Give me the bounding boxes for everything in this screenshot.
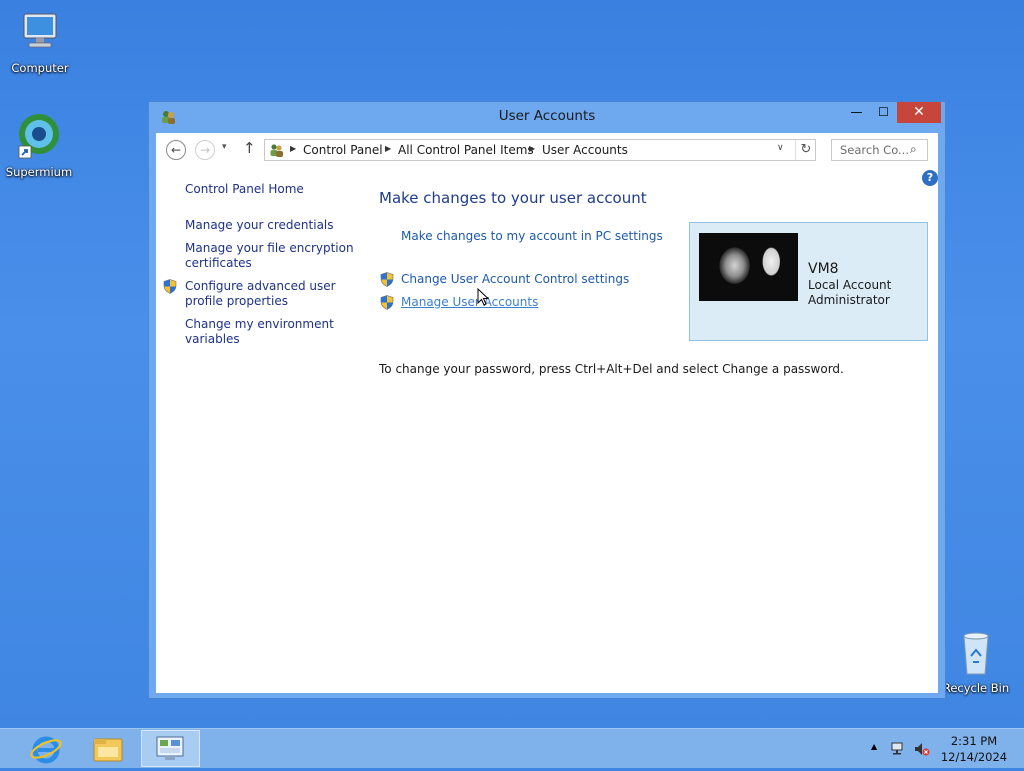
uac-settings-link[interactable]: Change User Account Control settings (401, 272, 629, 286)
sidebar-item-label: Change my environment (185, 317, 334, 331)
help-icon[interactable]: ? (922, 170, 938, 186)
tray-chevron-icon[interactable]: ▲ (871, 742, 877, 751)
control-panel-icon (270, 144, 283, 157)
clock-date: 12/14/2024 (940, 750, 1008, 764)
refresh-icon[interactable]: ↻ (795, 140, 816, 160)
manage-user-accounts-link[interactable]: Manage User Accounts (401, 295, 538, 309)
forward-button[interactable]: → (195, 140, 215, 160)
desktop-icon-label: Recycle Bin (942, 681, 1010, 695)
account-name: VM8 (808, 261, 839, 277)
uac-shield-icon (163, 279, 177, 294)
recycle-bin-icon (963, 632, 989, 675)
network-icon[interactable] (891, 741, 907, 757)
minimize-button[interactable]: — (843, 102, 870, 123)
clock-time: 2:31 PM (950, 734, 998, 748)
desktop-icon-recycle-bin[interactable]: Recycle Bin (936, 630, 1016, 695)
desktop-icon-supermium[interactable]: Supermium (0, 112, 79, 179)
file-explorer-icon (93, 738, 123, 762)
search-box[interactable]: Search Co... ⌕ (831, 139, 928, 161)
recent-locations-chevron-icon[interactable]: ▾ (222, 142, 227, 152)
search-icon[interactable]: ⌕ (910, 142, 917, 157)
account-role: Administrator (808, 293, 890, 307)
sidebar-item-control-panel-home[interactable]: Control Panel Home (185, 182, 304, 197)
sidebar-item-label: Manage your file encryption (185, 241, 354, 255)
password-note: To change your password, press Ctrl+Alt+… (379, 362, 844, 376)
system-clock[interactable]: 2:31 PM 12/14/2024 (930, 733, 1018, 765)
taskbar-control-panel[interactable] (141, 730, 200, 767)
sidebar-item-advanced-user-profile[interactable]: Configure advanced user profile properti… (185, 279, 336, 309)
sidebar-item-label: certificates (185, 256, 252, 270)
address-bar[interactable]: ▶ Control Panel ▶ All Control Panel Item… (264, 139, 816, 161)
control-panel-icon (156, 736, 184, 760)
breadcrumb-user-accounts[interactable]: User Accounts (542, 143, 628, 157)
avatar[interactable] (699, 233, 798, 301)
breadcrumb-separator-icon[interactable]: ▶ (529, 144, 535, 153)
volume-muted-icon[interactable] (914, 741, 930, 757)
mouse-cursor-icon (477, 288, 489, 306)
title-bar[interactable]: User Accounts — ☐ ✕ (149, 102, 945, 132)
sidebar-item-file-encryption-certificates[interactable]: Manage your file encryption certificates (185, 241, 354, 271)
back-button[interactable]: ← (166, 140, 186, 160)
computer-icon (23, 13, 57, 48)
uac-shield-icon (380, 272, 394, 287)
up-button[interactable]: ↑ (243, 139, 256, 157)
desktop-icon-label: Computer (11, 61, 69, 75)
window-client-area: ← → ▾ ↑ ▶ Control Panel ▶ All Control Pa… (156, 133, 938, 693)
sidebar-item-label: variables (185, 332, 240, 346)
search-placeholder[interactable]: Search Co... (840, 143, 909, 157)
breadcrumb-control-panel[interactable]: Control Panel (303, 143, 383, 157)
taskbar-file-explorer[interactable] (82, 730, 134, 767)
account-card: VM8 Local Account Administrator (689, 222, 928, 341)
taskbar-internet-explorer[interactable] (20, 730, 72, 767)
navigation-bar: ← → ▾ ↑ ▶ Control Panel ▶ All Control Pa… (156, 133, 938, 167)
maximize-button[interactable]: ☐ (870, 102, 897, 123)
window-title: User Accounts (498, 108, 596, 124)
breadcrumb-separator-icon: ▶ (290, 144, 297, 153)
breadcrumb-separator-icon[interactable]: ▶ (385, 144, 391, 153)
taskbar: ▲ 2:31 PM 12/14/2024 (0, 728, 1024, 768)
page-heading: Make changes to your user account (379, 189, 647, 207)
internet-explorer-icon (30, 736, 62, 764)
desktop-icon-computer[interactable]: Computer (0, 8, 80, 75)
uac-shield-icon (380, 295, 394, 310)
sidebar-item-label: Configure advanced user (185, 279, 336, 293)
account-type: Local Account (808, 278, 892, 292)
pc-settings-link[interactable]: Make changes to my account in PC setting… (401, 229, 663, 243)
breadcrumb-all-control-panel-items[interactable]: All Control Panel Items (398, 143, 534, 157)
supermium-icon (18, 114, 59, 159)
sidebar-item-environment-variables[interactable]: Change my environment variables (185, 317, 334, 347)
sidebar-item-label: profile properties (185, 294, 288, 308)
address-dropdown-icon[interactable]: ∨ (777, 143, 784, 153)
desktop-icon-label: Supermium (5, 165, 73, 179)
sidebar-item-manage-credentials[interactable]: Manage your credentials (185, 218, 334, 233)
close-button[interactable]: ✕ (897, 102, 941, 123)
